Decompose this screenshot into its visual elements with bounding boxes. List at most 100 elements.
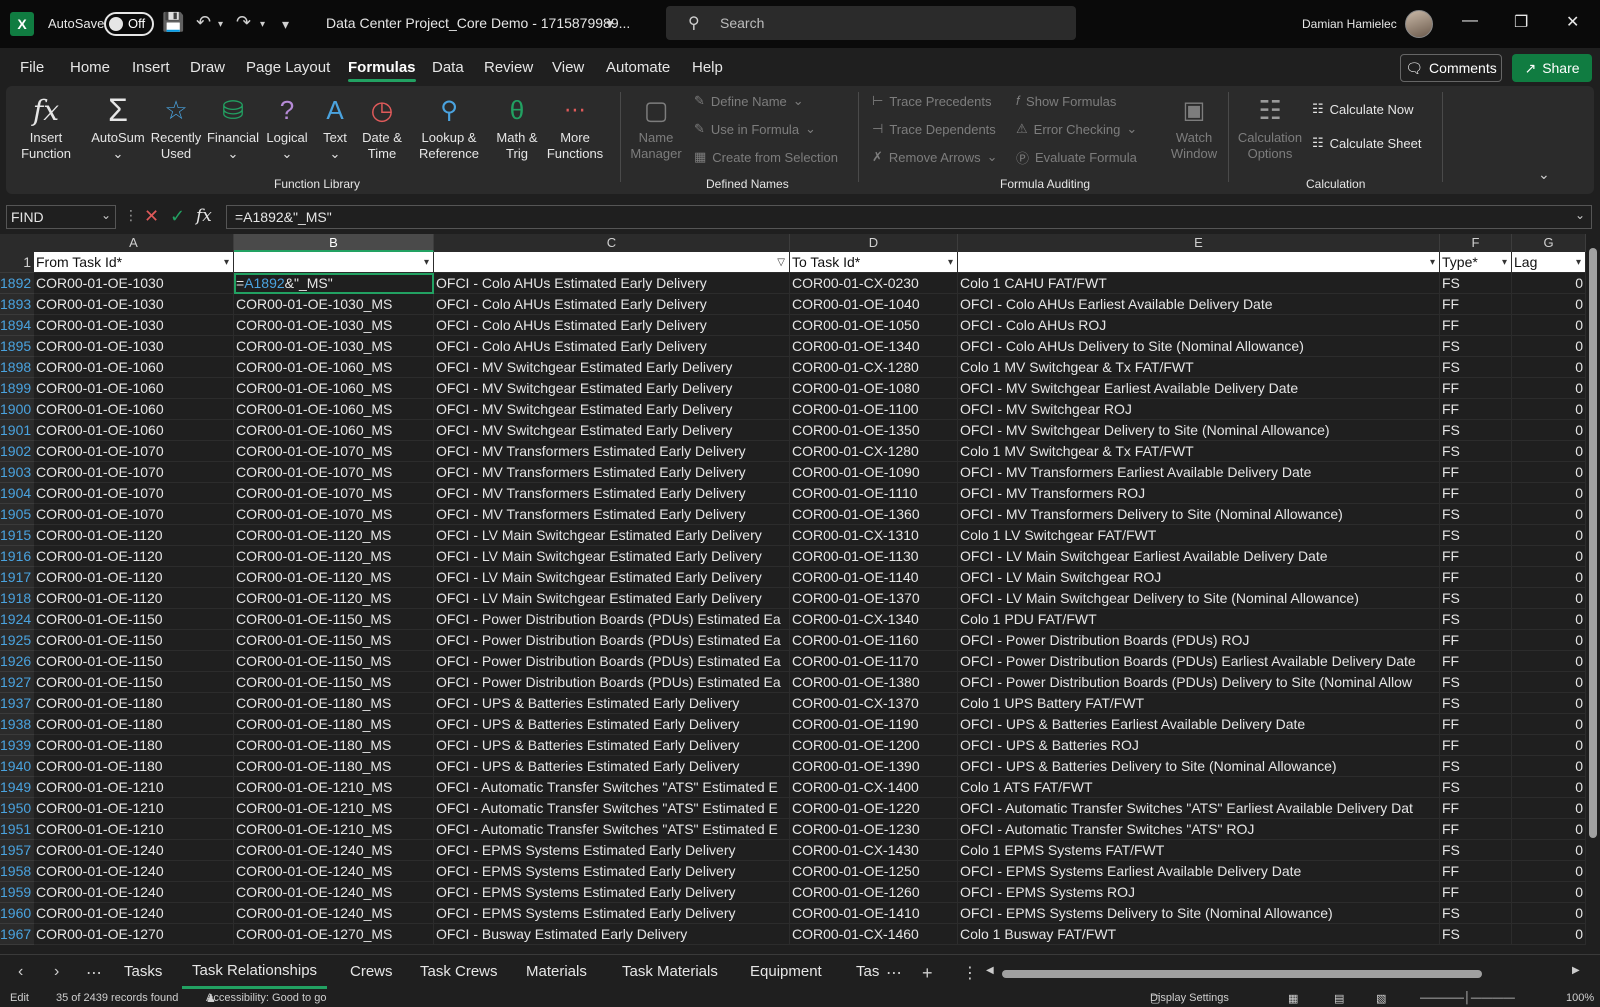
table-cell[interactable]: 0 (1512, 336, 1586, 357)
table-cell[interactable]: 0 (1512, 441, 1586, 462)
table-cell[interactable]: COR00-01-OE-1130 (790, 546, 958, 567)
table-cell[interactable]: COR00-01-OE-1210 (34, 777, 234, 798)
table-cell[interactable]: FF (1440, 651, 1512, 672)
table-cell[interactable]: COR00-01-CX-1310 (790, 525, 958, 546)
tab-draw[interactable]: Draw (190, 59, 225, 76)
table-cell[interactable]: OFCI - LV Main Switchgear Estimated Earl… (434, 567, 790, 588)
table-cell[interactable]: OFCI - LV Main Switchgear Estimated Earl… (434, 588, 790, 609)
vertical-scroll-thumb[interactable] (1589, 248, 1597, 838)
table-cell[interactable]: OFCI - MV Switchgear Estimated Early Del… (434, 357, 790, 378)
table-cell[interactable]: COR00-01-OE-1160 (790, 630, 958, 651)
table-cell[interactable]: COR00-01-OE-1350 (790, 420, 958, 441)
calculate-now-button[interactable]: ☷ Calculate Now (1312, 98, 1413, 120)
table-cell[interactable]: COR00-01-OE-1140 (790, 567, 958, 588)
table-cell[interactable]: COR00-01-OE-1250 (790, 861, 958, 882)
table-cell[interactable]: COR00-01-OE-1070_MS (234, 483, 434, 504)
table-cell[interactable]: COR00-01-OE-1220 (790, 798, 958, 819)
recently-used-button[interactable]: ☆ Recently Used (146, 90, 206, 174)
table-cell[interactable]: 0 (1512, 798, 1586, 819)
table-cell[interactable]: OFCI - LV Main Switchgear Estimated Earl… (434, 546, 790, 567)
select-all-corner[interactable] (0, 234, 34, 252)
table-cell[interactable]: 0 (1512, 315, 1586, 336)
prev-sheet-icon[interactable]: ‹ (18, 963, 23, 981)
sheet-tab-task-crews[interactable]: Task Crews (420, 963, 498, 980)
column-header-d[interactable]: D (790, 234, 958, 252)
table-cell[interactable]: FS (1440, 525, 1512, 546)
table-cell[interactable]: FF (1440, 819, 1512, 840)
table-cell[interactable]: COR00-01-OE-1260 (790, 882, 958, 903)
more-tabs-icon[interactable]: ⋯ (886, 963, 902, 983)
table-cell[interactable]: FS (1440, 504, 1512, 525)
table-cell[interactable]: 0 (1512, 840, 1586, 861)
table-cell[interactable]: OFCI - LV Main Switchgear Earliest Avail… (958, 546, 1440, 567)
table-cell[interactable]: COR00-01-OE-1180_MS (234, 756, 434, 777)
undo-icon[interactable]: ↶ (196, 12, 211, 33)
table-cell[interactable]: OFCI - Automatic Transfer Switches "ATS"… (958, 819, 1440, 840)
table-cell[interactable]: COR00-01-CX-0230 (790, 273, 958, 294)
financial-button[interactable]: ⛁ Financial ⌄ (204, 90, 262, 174)
table-cell[interactable]: FF (1440, 378, 1512, 399)
table-cell[interactable]: COR00-01-OE-1270 (34, 924, 234, 945)
scroll-left-icon[interactable]: ◀ (986, 965, 994, 976)
restore-icon[interactable]: ❐ (1514, 12, 1528, 32)
table-cell[interactable]: OFCI - Colo AHUs ROJ (958, 315, 1440, 336)
table-cell[interactable]: FS (1440, 420, 1512, 441)
table-cell[interactable]: COR00-01-OE-1030 (34, 336, 234, 357)
table-cell[interactable]: OFCI - Colo AHUs Delivery to Site (Nomin… (958, 336, 1440, 357)
table-cell[interactable]: COR00-01-OE-1150_MS (234, 609, 434, 630)
table-cell[interactable]: 0 (1512, 483, 1586, 504)
sheet-tab-task-materials[interactable]: Task Materials (622, 963, 718, 980)
chevron-down-icon[interactable]: ▼ (604, 17, 616, 31)
normal-view-icon[interactable]: ▦ (1288, 992, 1298, 1005)
row-header[interactable]: 1927 (0, 672, 34, 693)
table-cell[interactable]: COR00-01-OE-1210 (34, 819, 234, 840)
table-cell[interactable]: COR00-01-OE-1060 (34, 357, 234, 378)
sheet-tab-crews[interactable]: Crews (350, 963, 393, 980)
table-cell[interactable]: 0 (1512, 546, 1586, 567)
table-cell[interactable]: OFCI - UPS & Batteries Estimated Early D… (434, 735, 790, 756)
table-cell[interactable]: OFCI - Automatic Transfer Switches "ATS"… (434, 777, 790, 798)
table-cell[interactable]: COR00-01-CX-1340 (790, 609, 958, 630)
table-cell[interactable]: COR00-01-OE-1200 (790, 735, 958, 756)
table-cell[interactable]: OFCI - MV Transformers Delivery to Site … (958, 504, 1440, 525)
table-cell[interactable]: OFCI - Colo AHUs Estimated Early Deliver… (434, 315, 790, 336)
row-header[interactable]: 1 (0, 252, 34, 273)
table-cell[interactable]: COR00-01-OE-1240_MS (234, 861, 434, 882)
table-cell[interactable]: COR00-01-CX-1400 (790, 777, 958, 798)
insert-function-button[interactable]: fx Insert Function (14, 90, 78, 174)
table-cell[interactable]: FS (1440, 336, 1512, 357)
table-cell[interactable]: COR00-01-OE-1180_MS (234, 735, 434, 756)
table-cell[interactable]: Colo 1 MV Switchgear & Tx FAT/FWT (958, 357, 1440, 378)
redo-dropdown-icon[interactable]: ▾ (260, 19, 265, 30)
table-cell[interactable]: OFCI - Automatic Transfer Switches "ATS"… (434, 798, 790, 819)
table-header-cell[interactable]: To Task Id* ▾ (790, 252, 958, 273)
table-cell[interactable]: OFCI - EPMS Systems Estimated Early Deli… (434, 882, 790, 903)
table-cell[interactable]: OFCI - MV Transformers Estimated Early D… (434, 504, 790, 525)
table-cell[interactable]: OFCI - MV Transformers Estimated Early D… (434, 483, 790, 504)
table-cell[interactable]: OFCI - Power Distribution Boards (PDUs) … (434, 609, 790, 630)
table-cell[interactable]: OFCI - MV Switchgear ROJ (958, 399, 1440, 420)
table-cell[interactable]: OFCI - MV Transformers Estimated Early D… (434, 441, 790, 462)
table-cell[interactable]: COR00-01-OE-1070_MS (234, 441, 434, 462)
tab-formulas[interactable]: Formulas (348, 59, 416, 82)
table-cell[interactable]: COR00-01-OE-1240 (34, 903, 234, 924)
table-cell[interactable]: COR00-01-CX-1280 (790, 441, 958, 462)
minimize-icon[interactable]: — (1462, 12, 1478, 30)
table-cell[interactable]: COR00-01-OE-1060 (34, 420, 234, 441)
table-cell[interactable]: FF (1440, 567, 1512, 588)
table-cell[interactable]: 0 (1512, 777, 1586, 798)
table-cell[interactable]: FF (1440, 735, 1512, 756)
text-button[interactable]: A Text ⌄ (314, 90, 356, 174)
table-cell[interactable]: OFCI - LV Main Switchgear ROJ (958, 567, 1440, 588)
row-header[interactable]: 1960 (0, 903, 34, 924)
column-header-g[interactable]: G (1512, 234, 1586, 252)
sheet-tab-equipment[interactable]: Equipment (750, 963, 822, 980)
filter-dropdown-icon[interactable]: ▾ (948, 252, 953, 272)
trace-precedents-button[interactable]: ⊢ Trace Precedents (872, 90, 991, 112)
watch-window-button[interactable]: ▣ Watch Window (1166, 90, 1222, 174)
table-cell[interactable]: COR00-01-OE-1210 (34, 798, 234, 819)
table-cell[interactable]: Colo 1 EPMS Systems FAT/FWT (958, 840, 1440, 861)
table-cell[interactable]: OFCI - LV Main Switchgear Delivery to Si… (958, 588, 1440, 609)
table-cell[interactable]: OFCI - Power Distribution Boards (PDUs) … (434, 630, 790, 651)
tab-page-layout[interactable]: Page Layout (246, 59, 330, 76)
